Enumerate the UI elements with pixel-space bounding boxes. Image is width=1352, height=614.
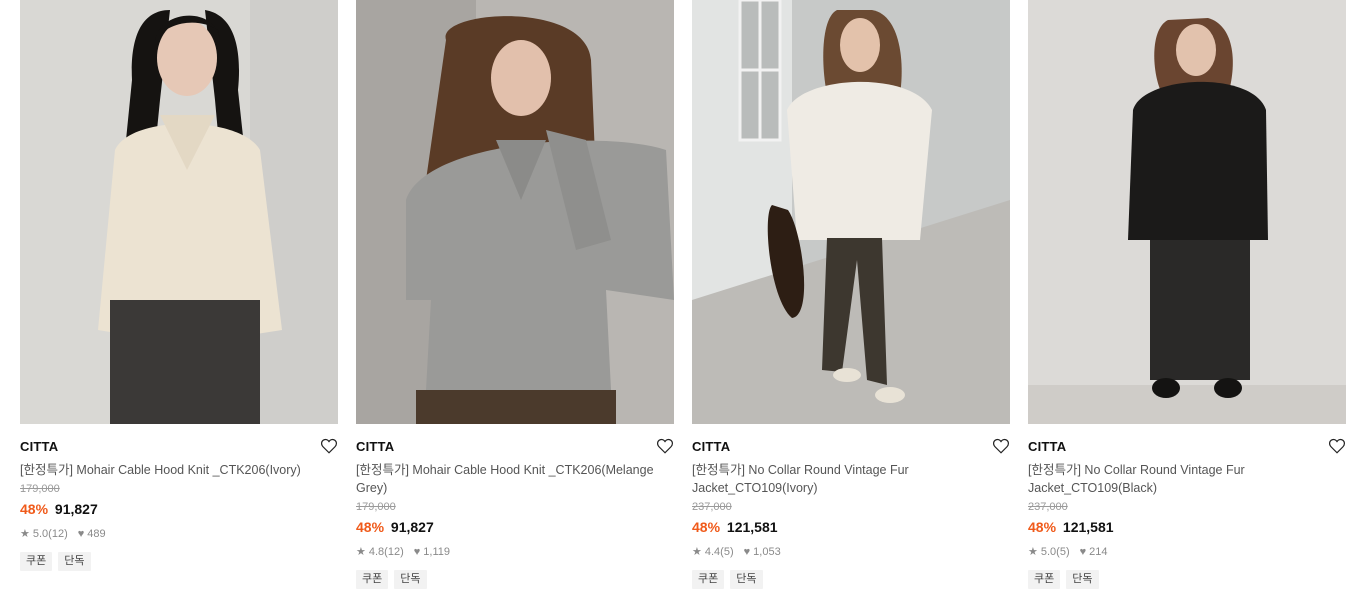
rating-value: 4.4 [704,546,721,558]
review-count: (5) [720,546,734,558]
product-card[interactable]: CITTA [한정특가] No Collar Round Vintage Fur… [692,0,1010,589]
like-count: 1,119 [423,546,450,558]
star-icon: ★ [1028,546,1038,558]
brand-name[interactable]: CITTA [692,439,1010,455]
brand-name[interactable]: CITTA [1028,439,1346,455]
sale-price: 121,581 [1062,519,1114,535]
like-count: 489 [87,528,106,540]
model-black-fur-jacket-image [1028,0,1346,424]
heart-outline-icon[interactable] [1328,437,1346,455]
price-row: 48% 91,827 [356,518,674,536]
tag-coupon: 쿠폰 [1028,570,1061,589]
product-grid: CITTA [한정특가] Mohair Cable Hood Knit _CTK… [0,0,1352,614]
heart-outline-icon[interactable] [320,437,338,455]
model-ivory-cable-hood-knit-image [20,0,338,424]
brand-name[interactable]: CITTA [20,439,338,455]
brand-name[interactable]: CITTA [356,439,674,455]
product-title[interactable]: [한정특가] No Collar Round Vintage Fur Jacke… [692,461,1010,497]
tag-list: 쿠폰 단독 [356,570,674,589]
product-card[interactable]: CITTA [한정특가] No Collar Round Vintage Fur… [1028,0,1346,589]
discount-rate: 48% [356,519,385,535]
heart-filled-icon: ♥ [413,546,421,558]
original-price: 237,000 [1028,501,1068,513]
star-icon: ★ [20,528,30,540]
like-count: 1,053 [753,546,781,558]
product-stats: ★ 5.0 (5) ♥ 214 [1028,545,1346,559]
rating-value: 4.8 [368,546,385,558]
like-count: 214 [1089,546,1108,558]
discount-rate: 48% [20,501,49,517]
heart-outline-icon[interactable] [656,437,674,455]
sale-price: 91,827 [390,519,434,535]
tag-exclusive: 단독 [730,570,763,589]
tag-coupon: 쿠폰 [20,552,53,571]
sale-price: 121,581 [726,519,778,535]
product-stats: ★ 4.4 (5) ♥ 1,053 [692,545,1010,559]
original-price: 237,000 [692,501,732,513]
review-count: (5) [1056,546,1070,558]
product-card[interactable]: CITTA [한정특가] Mohair Cable Hood Knit _CTK… [356,0,674,589]
price-row: 48% 91,827 [20,500,338,518]
tag-list: 쿠폰 단독 [692,570,1010,589]
heart-filled-icon: ♥ [743,546,751,558]
tag-list: 쿠폰 단독 [1028,570,1346,589]
review-count: (12) [384,546,404,558]
product-stats: ★ 4.8 (12) ♥ 1,119 [356,545,674,559]
star-icon: ★ [692,546,702,558]
tag-coupon: 쿠폰 [356,570,389,589]
discount-rate: 48% [1028,519,1057,535]
model-ivory-fur-jacket-image [692,0,1010,424]
original-price: 179,000 [356,501,396,513]
tag-exclusive: 단독 [394,570,427,589]
heart-outline-icon[interactable] [992,437,1010,455]
heart-filled-icon: ♥ [77,528,85,540]
tag-coupon: 쿠폰 [692,570,725,589]
review-count: (12) [48,528,68,540]
product-image[interactable] [20,0,338,424]
product-card[interactable]: CITTA [한정특가] Mohair Cable Hood Knit _CTK… [20,0,338,571]
tag-exclusive: 단독 [58,552,91,571]
product-stats: ★ 5.0 (12) ♥ 489 [20,527,338,541]
price-row: 48% 121,581 [1028,518,1346,536]
rating-value: 5.0 [1040,546,1057,558]
product-title[interactable]: [한정특가] Mohair Cable Hood Knit _CTK206(Me… [356,461,674,497]
sale-price: 91,827 [54,501,98,517]
product-image[interactable] [692,0,1010,424]
tag-exclusive: 단독 [1066,570,1099,589]
product-title[interactable]: [한정특가] No Collar Round Vintage Fur Jacke… [1028,461,1346,497]
product-title[interactable]: [한정특가] Mohair Cable Hood Knit _CTK206(Iv… [20,461,338,479]
rating-value: 5.0 [32,528,49,540]
price-row: 48% 121,581 [692,518,1010,536]
model-grey-cable-hood-knit-image [356,0,674,424]
heart-filled-icon: ♥ [1079,546,1087,558]
product-image[interactable] [1028,0,1346,424]
star-icon: ★ [356,546,366,558]
discount-rate: 48% [692,519,721,535]
original-price: 179,000 [20,483,60,495]
product-image[interactable] [356,0,674,424]
tag-list: 쿠폰 단독 [20,552,338,571]
